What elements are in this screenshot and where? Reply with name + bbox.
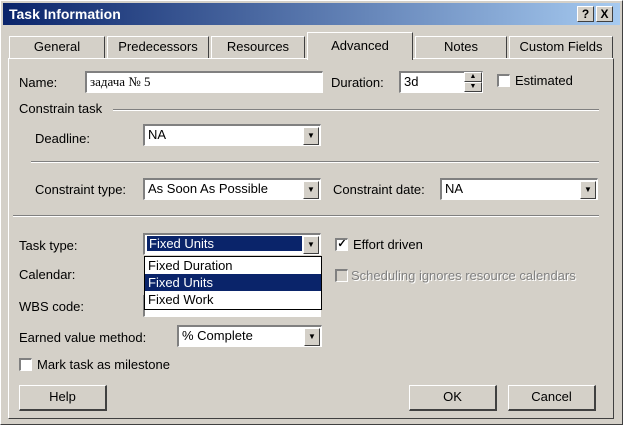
tab-label: Custom Fields bbox=[519, 39, 603, 54]
constraint-type-dropdown[interactable]: As Soon As Possible ▼ bbox=[143, 178, 321, 200]
scheduling-ignores-checkbox[interactable] bbox=[335, 269, 348, 282]
scheduling-ignores-label: Scheduling ignores resource calendars bbox=[351, 268, 576, 283]
tab-general[interactable]: General bbox=[9, 36, 105, 58]
ok-button[interactable]: OK bbox=[409, 385, 497, 411]
earned-value-dropdown[interactable]: % Complete ▼ bbox=[177, 325, 322, 347]
constraint-date-value: NA bbox=[445, 181, 464, 196]
dialog-title: Task Information bbox=[9, 6, 121, 22]
close-icon[interactable]: X bbox=[596, 6, 613, 22]
divider bbox=[13, 215, 599, 217]
constraint-date-label: Constraint date: bbox=[333, 182, 425, 197]
estimated-label: Estimated bbox=[515, 73, 573, 88]
cancel-button[interactable]: Cancel bbox=[508, 385, 596, 411]
tab-advanced[interactable]: Advanced bbox=[307, 32, 413, 60]
chevron-down-icon[interactable]: ▼ bbox=[303, 127, 319, 145]
deadline-dropdown[interactable]: NA ▼ bbox=[143, 124, 321, 146]
task-type-options-list: Fixed Duration Fixed Units Fixed Work bbox=[144, 256, 322, 310]
constraint-date-dropdown[interactable]: NA ▼ bbox=[440, 178, 598, 200]
tab-notes[interactable]: Notes bbox=[415, 36, 507, 58]
tab-resources[interactable]: Resources bbox=[211, 36, 305, 58]
duration-value: 3d bbox=[404, 74, 419, 89]
constraint-type-value: As Soon As Possible bbox=[148, 181, 268, 196]
spin-down-icon[interactable]: ▼ bbox=[464, 82, 482, 92]
tab-custom-fields[interactable]: Custom Fields bbox=[509, 36, 613, 58]
task-type-label: Task type: bbox=[19, 238, 78, 253]
help-icon[interactable]: ? bbox=[577, 6, 594, 22]
spin-up-icon[interactable]: ▲ bbox=[464, 72, 482, 82]
chevron-down-icon[interactable]: ▼ bbox=[303, 236, 319, 254]
tab-label: General bbox=[33, 39, 81, 54]
task-type-value: Fixed Units bbox=[147, 236, 302, 251]
tab-label: Predecessors bbox=[118, 39, 198, 54]
duration-label: Duration: bbox=[331, 75, 384, 90]
cancel-button-label: Cancel bbox=[531, 389, 572, 404]
name-field[interactable]: задача № 5 bbox=[85, 71, 323, 93]
tab-label: Advanced bbox=[331, 38, 389, 53]
deadline-label: Deadline: bbox=[35, 131, 90, 146]
title-bar: Task Information ? X bbox=[3, 3, 620, 25]
milestone-label: Mark task as milestone bbox=[37, 357, 170, 372]
help-button-label: Help bbox=[49, 389, 76, 404]
calendar-label: Calendar: bbox=[19, 267, 76, 282]
divider bbox=[31, 161, 599, 163]
earned-value-label: Earned value method: bbox=[19, 330, 147, 345]
group-divider bbox=[113, 109, 599, 111]
milestone-checkbox[interactable] bbox=[19, 358, 32, 371]
tab-label: Notes bbox=[444, 39, 478, 54]
option-fixed-duration[interactable]: Fixed Duration bbox=[145, 257, 321, 274]
chevron-down-icon[interactable]: ▼ bbox=[303, 181, 319, 199]
tab-predecessors[interactable]: Predecessors bbox=[107, 36, 209, 58]
tab-label: Resources bbox=[226, 39, 290, 54]
help-button[interactable]: Help bbox=[19, 385, 107, 411]
name-label: Name: bbox=[19, 75, 58, 90]
effort-driven-label: Effort driven bbox=[353, 237, 423, 252]
chevron-down-icon[interactable]: ▼ bbox=[304, 328, 320, 346]
constraint-type-label: Constraint type: bbox=[35, 182, 127, 197]
wbs-code-label: WBS code: bbox=[19, 299, 85, 314]
option-fixed-work[interactable]: Fixed Work bbox=[145, 291, 321, 308]
duration-spinner[interactable]: ▲ ▼ bbox=[462, 72, 482, 92]
chevron-down-icon[interactable]: ▼ bbox=[580, 181, 596, 199]
earned-value-value: % Complete bbox=[182, 328, 253, 343]
ok-button-label: OK bbox=[443, 389, 462, 404]
option-fixed-units[interactable]: Fixed Units bbox=[145, 274, 321, 291]
constrain-task-group-label: Constrain task bbox=[19, 101, 103, 116]
task-type-dropdown[interactable]: Fixed Units ▼ bbox=[143, 233, 321, 255]
estimated-checkbox[interactable] bbox=[497, 74, 510, 87]
deadline-value: NA bbox=[148, 127, 167, 142]
effort-driven-checkbox[interactable]: ✓ bbox=[335, 238, 348, 251]
task-information-dialog: Task Information ? X General Predecessor… bbox=[0, 0, 623, 425]
